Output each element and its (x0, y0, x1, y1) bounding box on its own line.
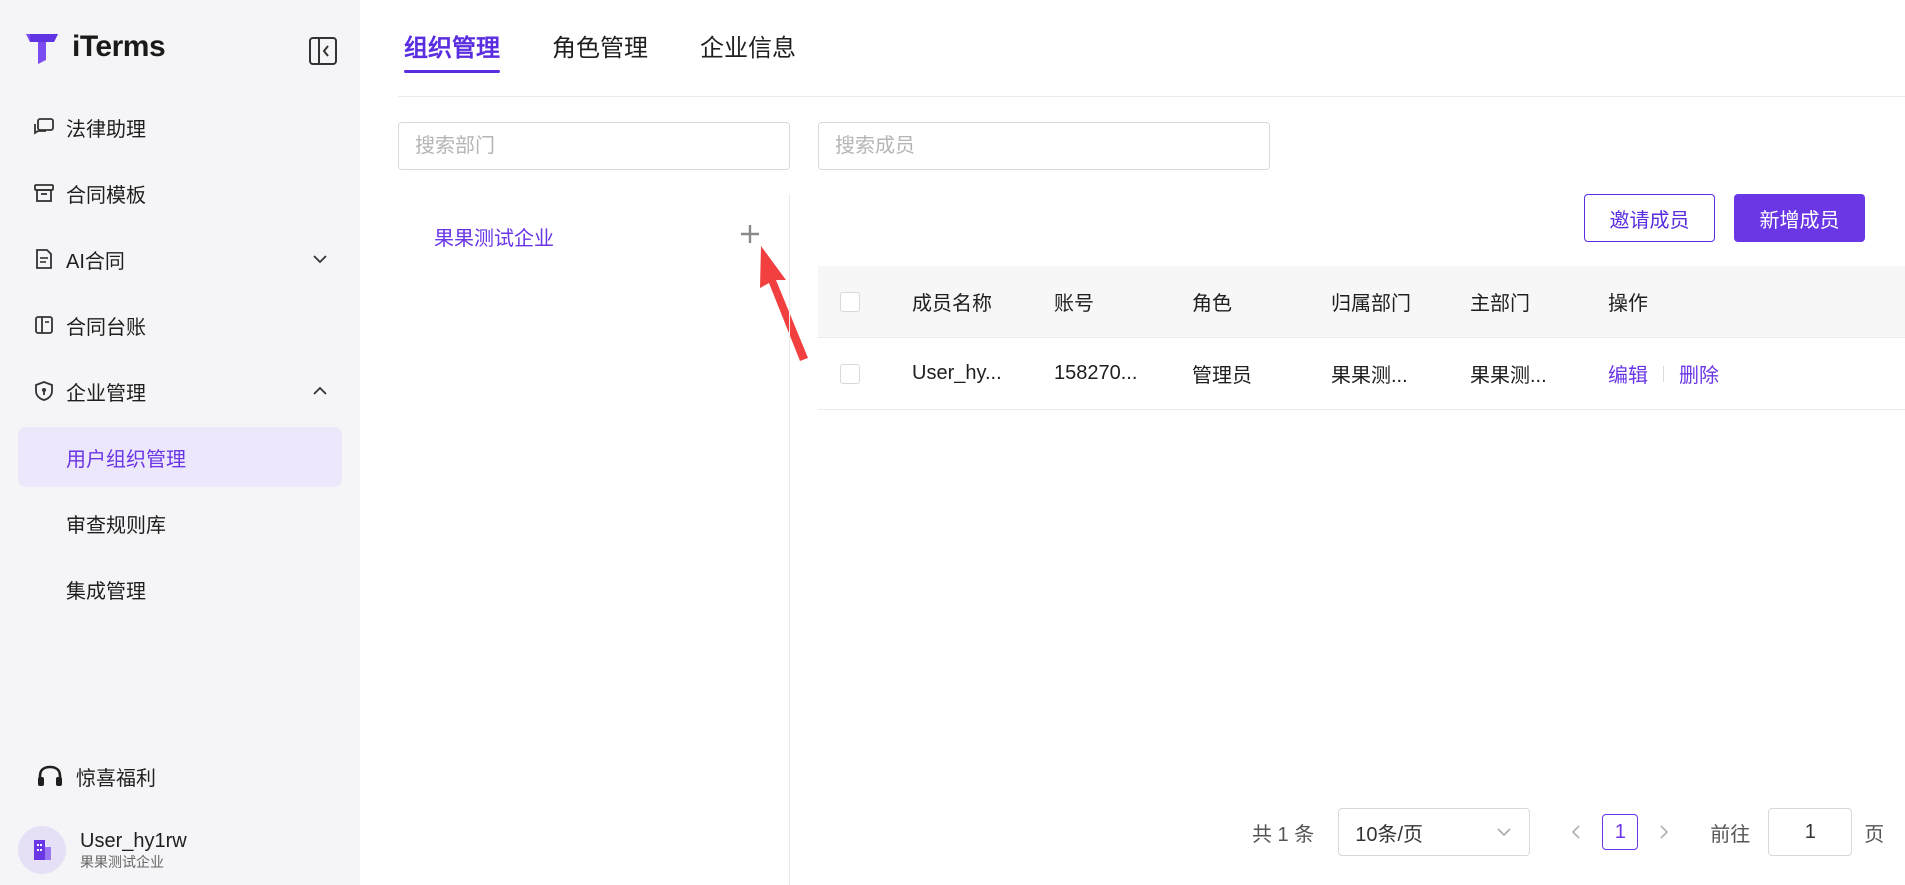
user-org: 果果测试企业 (80, 854, 164, 870)
tab-org-management[interactable]: 组织管理 (404, 28, 500, 73)
sidebar-item-integration-management[interactable]: 集成管理 (18, 559, 342, 619)
member-account: 158270... (1054, 362, 1138, 384)
goto-label: 前往 (1710, 823, 1751, 846)
column-header: 成员名称 (912, 293, 992, 315)
action-divider (1663, 365, 1664, 382)
delete-link[interactable]: 删除 (1679, 359, 1719, 388)
sidebar-item-label: 集成管理 (66, 580, 146, 603)
sidebar-item-contract-templates[interactable]: 合同模板 (18, 163, 342, 223)
tab-role-management[interactable]: 角色管理 (552, 28, 648, 73)
archive-box-icon (32, 181, 56, 205)
member-role: 管理员 (1192, 365, 1252, 387)
sidebar-item-label: 审查规则库 (66, 514, 166, 537)
row-actions: 编辑 删除 (1608, 359, 1905, 388)
ledger-icon (32, 313, 56, 337)
sidebar-item-review-rules[interactable]: 审查规则库 (18, 493, 342, 553)
logo[interactable]: iTerms (24, 30, 166, 64)
chevron-down-icon (1497, 828, 1511, 837)
headset-icon (38, 765, 62, 786)
sidebar-item-label: 合同模板 (66, 184, 146, 207)
chat-icon (32, 115, 56, 139)
tab-bar: 组织管理 角色管理 企业信息 (404, 28, 796, 73)
sidebar-item-label: AI合同 (66, 250, 125, 273)
edit-link[interactable]: 编辑 (1608, 359, 1648, 388)
dept-search-input[interactable] (415, 134, 773, 158)
sidebar: iTerms 法律助理 合同模板 AI合同 合同台账 企业管理 用户组织管理 审… (0, 0, 360, 885)
table-row: User_hy... 158270... 管理员 果果测... 果果测... 编… (818, 338, 1905, 410)
member-main-dept: 果果测... (1470, 365, 1547, 387)
app-root: iTerms 法律助理 合同模板 AI合同 合同台账 企业管理 用户组织管理 审… (0, 0, 1905, 885)
pagination-total: 共 1 条 (1252, 823, 1315, 846)
annotation-arrow-icon (756, 240, 816, 370)
logo-icon (26, 34, 58, 64)
avatar (18, 826, 66, 874)
next-page-icon[interactable] (1652, 823, 1676, 841)
column-header: 角色 (1192, 293, 1232, 315)
building-icon (34, 840, 51, 860)
tabs-divider (398, 96, 1905, 97)
column-header: 归属部门 (1331, 293, 1411, 315)
promo-label: 惊喜福利 (76, 768, 156, 790)
page-number-current[interactable]: 1 (1602, 814, 1639, 850)
member-search-input[interactable] (835, 134, 1253, 158)
page-size-select[interactable]: 10条/页 (1338, 808, 1531, 856)
invite-member-button[interactable]: 邀请成员 (1584, 194, 1715, 242)
user-name: User_hy1rw (80, 830, 187, 852)
logo-text: iTerms (72, 30, 166, 63)
user-profile[interactable]: User_hy1rw 果果测试企业 (18, 826, 187, 874)
goto-page-input[interactable]: 1 (1768, 808, 1853, 856)
member-dept: 果果测... (1331, 365, 1408, 387)
sidebar-item-legal-assistant[interactable]: 法律助理 (18, 97, 342, 157)
sidebar-item-user-org-management[interactable]: 用户组织管理 (18, 427, 342, 487)
collapse-sidebar-icon[interactable] (308, 36, 338, 66)
chevron-up-icon[interactable] (310, 381, 330, 401)
sidebar-item-ai-contract[interactable]: AI合同 (18, 229, 342, 289)
column-header: 主部门 (1470, 293, 1530, 315)
sidebar-item-label: 企业管理 (66, 382, 146, 405)
dept-search-field[interactable] (398, 122, 790, 170)
sidebar-item-contract-ledger[interactable]: 合同台账 (18, 295, 342, 355)
column-header: 操作 (1608, 293, 1648, 315)
select-all-checkbox[interactable] (840, 291, 860, 312)
tree-divider (789, 194, 790, 885)
tab-enterprise-info[interactable]: 企业信息 (700, 28, 796, 73)
prev-page-icon[interactable] (1564, 823, 1588, 841)
sidebar-item-enterprise-management[interactable]: 企业管理 (18, 361, 342, 421)
sidebar-item-label: 法律助理 (66, 118, 146, 141)
sidebar-item-label: 合同台账 (66, 316, 146, 339)
member-search-field[interactable] (818, 122, 1270, 170)
member-name: User_hy... (912, 362, 1002, 384)
shield-icon (32, 379, 56, 403)
tree-node-root[interactable]: 果果测试企业 (434, 222, 554, 251)
pagination: 共 1 条 10条/页 1 前往 1 页 (1252, 808, 1884, 856)
row-checkbox[interactable] (840, 363, 860, 384)
column-header: 账号 (1054, 293, 1094, 315)
promo-link[interactable]: 惊喜福利 (36, 762, 156, 791)
page-suffix: 页 (1864, 823, 1885, 846)
page-size-value: 10条/页 (1355, 823, 1424, 846)
add-member-button[interactable]: 新增成员 (1734, 194, 1865, 242)
member-table: 成员名称 账号 角色 归属部门 主部门 操作 User_hy... 158270… (818, 266, 1905, 410)
document-icon (32, 247, 56, 271)
sidebar-nav: 法律助理 合同模板 AI合同 合同台账 企业管理 用户组织管理 审查规则库 集成… (18, 97, 342, 625)
table-header: 成员名称 账号 角色 归属部门 主部门 操作 (818, 266, 1905, 338)
sidebar-item-label: 用户组织管理 (66, 448, 186, 471)
chevron-down-icon[interactable] (310, 249, 330, 269)
